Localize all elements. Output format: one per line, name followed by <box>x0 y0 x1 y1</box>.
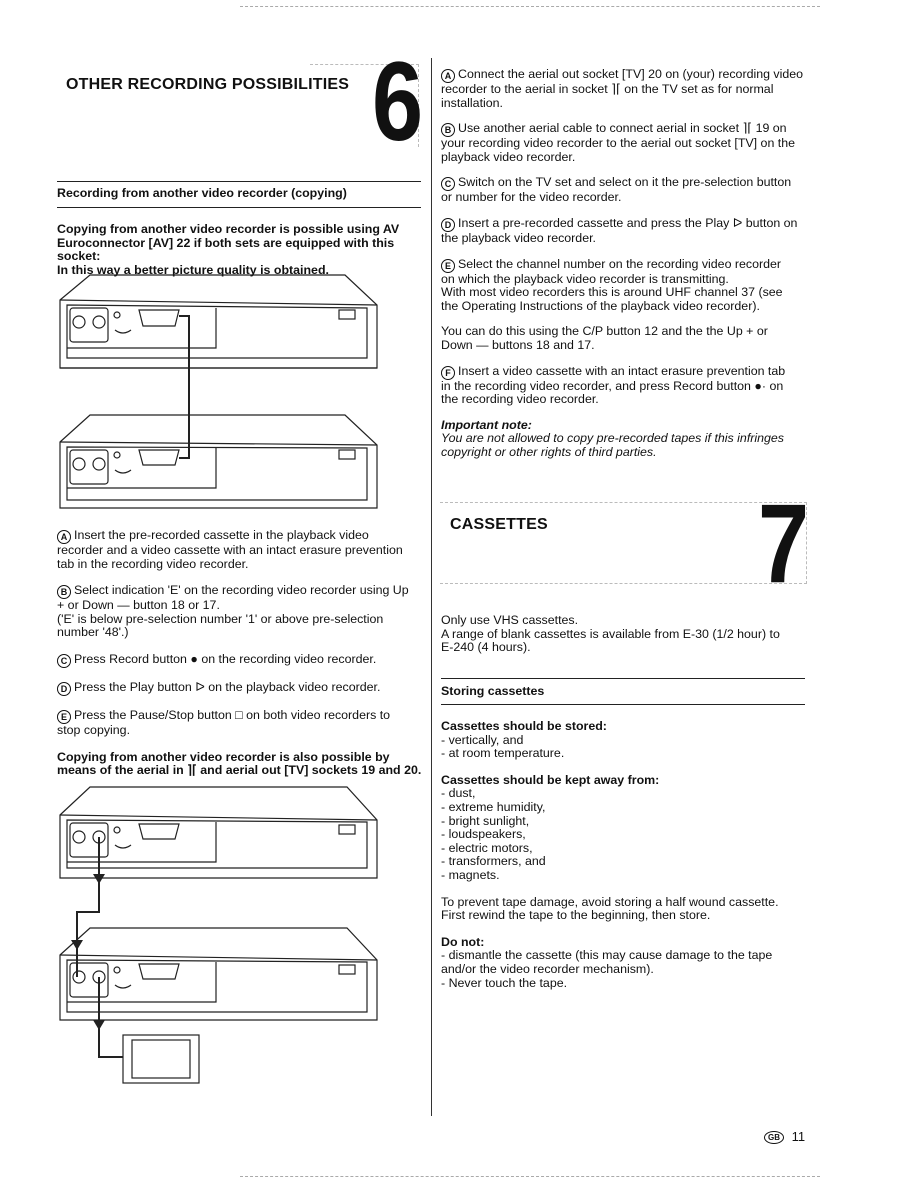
stored-list: - vertically, and - at room temperature. <box>441 732 811 761</box>
step-b: B Select indication 'E' on the recording … <box>57 583 409 640</box>
tape-damage-note: To prevent tape damage, avoid storing a … <box>441 894 779 923</box>
step-letter-b-icon: B <box>441 123 455 138</box>
page-footer: GB 11 <box>764 1130 805 1144</box>
steps-av-copying: A Insert the pre-recorded cassette in the… <box>57 528 427 778</box>
step-letter-c-icon: C <box>57 653 71 668</box>
list-item: - bright sunlight, <box>441 813 530 828</box>
section-heading-storing: Storing cassettes <box>441 684 545 698</box>
chapter-7-number: 7 <box>758 481 810 606</box>
chapter-7-title: CASSETTES <box>450 516 548 533</box>
vcr-bottom-illustration <box>59 927 378 1021</box>
chapter-7-box <box>440 502 807 584</box>
aerial-step-b: B Use another aerial cable to connect aer… <box>441 121 796 164</box>
list-item: and/or the video recorder mechanism). <box>441 961 654 976</box>
figure-aerial-diagram <box>59 786 378 1084</box>
scan-artifact-bottom <box>240 1176 820 1178</box>
gb-region-icon: GB <box>764 1131 784 1144</box>
cassettes-intro: Only use VHS cassettes. A range of blank… <box>441 613 780 655</box>
step-e: E Press the Pause/Stop button □ on both v… <box>57 707 391 737</box>
donot-list: - dismantle the cassette (this may cause… <box>441 949 811 990</box>
page-number: 11 <box>791 1129 806 1144</box>
column-divider <box>431 58 432 1116</box>
aerial-step-e: E Select the channel number on the record… <box>441 256 783 313</box>
step-d: D Press the Play button ᐅ on the playback… <box>57 680 427 696</box>
figure-euroconnector-diagram <box>59 274 378 509</box>
step-letter-d-icon: D <box>441 217 455 232</box>
vcr-bottom-illustration <box>59 414 378 509</box>
step-letter-a-icon: A <box>441 69 455 83</box>
step-a: A Insert the pre-recorded cassette in the… <box>57 528 403 571</box>
aerial-copying-intro: Copying from another video recorder is a… <box>57 749 422 778</box>
list-item: - at room temperature. <box>441 746 565 761</box>
chapter-6-number: 6 <box>372 39 424 164</box>
aerial-step-c: C Switch on the TV set and select on it t… <box>441 175 792 205</box>
step-letter-e-icon: E <box>57 709 71 724</box>
section-rule-top <box>57 181 421 182</box>
storing-rule-top <box>441 678 805 679</box>
list-item: - electric motors, <box>441 840 533 855</box>
away-list: - dust, - extreme humidity, - bright sun… <box>441 787 811 882</box>
step-letter-b-icon: B <box>57 585 71 600</box>
important-note: Important note: You are not allowed to c… <box>441 417 785 459</box>
list-item: - dismantle the cassette (this may cause… <box>441 948 773 963</box>
step-letter-e-icon: E <box>441 258 455 273</box>
storing-rule-bottom <box>441 704 805 705</box>
list-item: - dust, <box>441 786 476 801</box>
step-letter-c-icon: C <box>441 177 455 192</box>
list-item: - Never touch the tape. <box>441 975 568 990</box>
step-letter-f-icon: F <box>441 365 455 380</box>
storing-details: Cassettes should be stored: - vertically… <box>441 719 811 990</box>
tv-illustration <box>122 1034 200 1084</box>
list-item: - magnets. <box>441 867 500 882</box>
list-item: - vertically, and <box>441 732 524 747</box>
aerial-step-f: F Insert a video cassette with an intact … <box>441 363 786 407</box>
cp-button-note: You can do this using the C/P button 12 … <box>441 324 768 352</box>
chapter-6-title: OTHER RECORDING POSSIBILITIES <box>66 76 350 93</box>
scan-artifact-top <box>240 6 820 8</box>
step-c: C Press Record button ● on the recording … <box>57 652 427 668</box>
list-item: - transformers, and <box>441 854 546 869</box>
step-letter-d-icon: D <box>57 681 71 696</box>
aerial-step-d: D Insert a pre-recorded cassette and pres… <box>441 215 798 245</box>
list-item: - extreme humidity, <box>441 799 546 814</box>
step-letter-a-icon: A <box>57 530 71 544</box>
aerial-step-a: A Connect the aerial out socket [TV] 20 o… <box>441 67 804 110</box>
steps-aerial-copying: A Connect the aerial out socket [TV] 20 o… <box>441 67 811 460</box>
section-rule-bottom <box>57 207 421 208</box>
section-heading-copying: Recording from another video recorder (c… <box>57 186 347 200</box>
vcr-top-illustration <box>59 786 378 879</box>
scart-cable <box>179 315 190 459</box>
list-item: - loudspeakers, <box>441 827 526 842</box>
vcr-top-illustration <box>59 274 378 369</box>
